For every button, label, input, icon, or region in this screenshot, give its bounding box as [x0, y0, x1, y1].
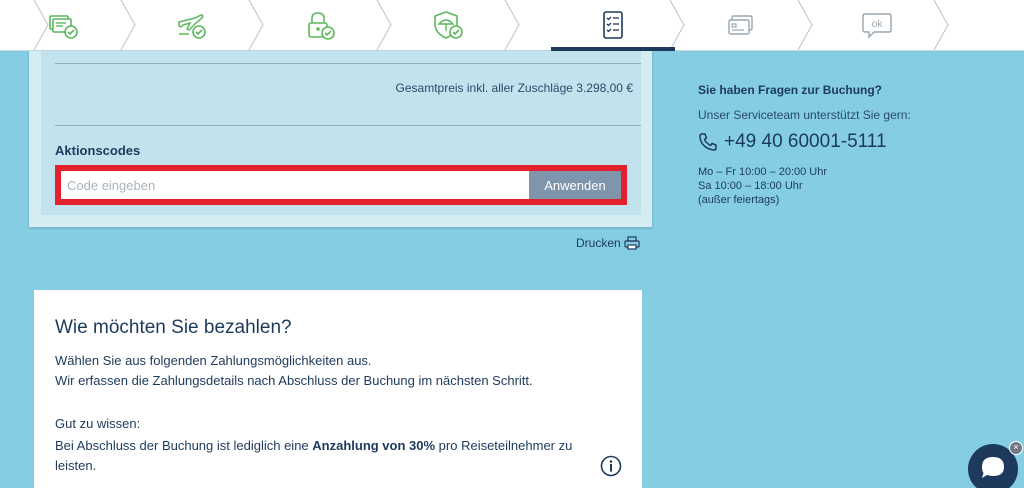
deposit-percentage: Anzahlung von 30%	[312, 438, 436, 453]
contact-phone[interactable]: +49 40 60001-5111	[698, 131, 887, 153]
price-summary-card: Gesamtpreis inkl. aller Zuschläge 3.298,…	[29, 51, 652, 227]
deposit-note-line-2: leisten.	[55, 458, 97, 473]
travel-documents-check-icon	[49, 15, 78, 39]
checklist-icon	[603, 11, 623, 39]
service-hours-saturday: Sa 10:00 – 18:00 Uhr	[698, 180, 803, 192]
step-insurance[interactable]	[384, 0, 520, 50]
divider	[55, 125, 641, 126]
apply-promo-button[interactable]: Anwenden	[529, 171, 621, 199]
phone-icon	[699, 133, 717, 151]
deposit-note-text: pro Reiseteilnehmer zu	[435, 438, 573, 453]
service-hours-note: (außer feiertags)	[698, 194, 780, 206]
lock-check-icon	[308, 12, 335, 40]
divider	[55, 63, 641, 64]
step-flight[interactable]	[128, 0, 264, 50]
step-confirmation[interactable]: ok	[813, 0, 949, 50]
deposit-note: Bei Abschluss der Buchung ist lediglich …	[55, 436, 572, 456]
info-icon[interactable]	[600, 455, 622, 477]
insurance-umbrella-check-icon	[434, 11, 463, 39]
total-price: Gesamtpreis inkl. aller Zuschläge 3.298,…	[395, 81, 633, 95]
contact-heading: Sie haben Fragen zur Buchung?	[698, 83, 883, 97]
booking-progress-bar: ok	[0, 0, 1024, 51]
payment-intro-line-1: Wählen Sie aus folgenden Zahlungsmöglich…	[55, 353, 372, 368]
step-overview[interactable]	[549, 0, 685, 51]
price-summary-panel: Gesamtpreis inkl. aller Zuschläge 3.298,…	[41, 51, 641, 215]
promo-code-input[interactable]	[61, 171, 529, 199]
ok-bubble-icon: ok	[862, 13, 892, 39]
close-chat-icon[interactable]: ×	[1009, 441, 1023, 455]
service-hours: Mo – Fr 10:00 – 20:00 Uhr Sa 10:00 – 18:…	[698, 165, 827, 207]
flight-check-icon	[178, 14, 206, 39]
printer-icon	[624, 236, 640, 250]
promo-code-form: Anwenden	[55, 165, 627, 205]
deposit-note-text: Bei Abschluss der Buchung ist lediglich …	[55, 438, 313, 453]
contact-subtitle: Unser Serviceteam unterstützt Sie gern:	[698, 108, 911, 122]
payment-method-card: Wie möchten Sie bezahlen? Wählen Sie aus…	[34, 290, 642, 488]
good-to-know-label: Gut zu wissen:	[55, 416, 141, 431]
print-label: Drucken	[576, 236, 621, 250]
payment-title: Wie möchten Sie bezahlen?	[55, 317, 292, 338]
payment-intro-line-2: Wir erfassen die Zahlungsdetails nach Ab…	[55, 373, 533, 388]
step-security[interactable]	[256, 0, 392, 50]
service-hours-weekday: Mo – Fr 10:00 – 20:00 Uhr	[698, 166, 828, 178]
step-payment[interactable]	[677, 0, 813, 50]
promo-code-title: Aktionscodes	[55, 143, 141, 158]
print-link[interactable]: Drucken	[576, 236, 640, 250]
payment-card-icon	[728, 15, 753, 35]
step-travel-documents[interactable]	[0, 0, 136, 50]
phone-number: +49 40 60001-5111	[724, 131, 887, 152]
svg-text:ok: ok	[872, 19, 884, 30]
